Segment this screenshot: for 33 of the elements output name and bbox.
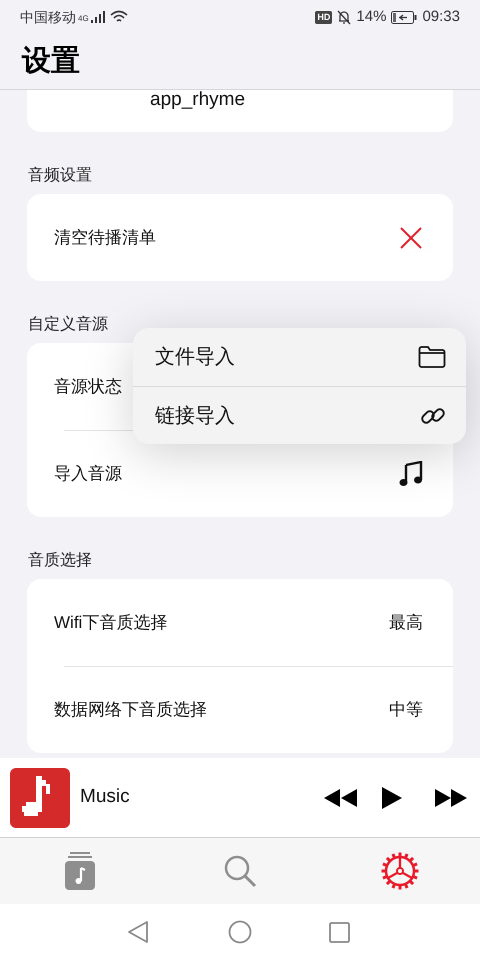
- settings-row[interactable]: 清空待播清单: [27, 194, 453, 281]
- setting-value: app_rhyme: [150, 90, 246, 112]
- battery-percent: 14%: [356, 6, 386, 27]
- signal-icon: [90, 11, 105, 23]
- settings-icon[interactable]: [380, 851, 420, 891]
- music-note-icon[interactable]: [399, 461, 423, 487]
- recents-icon[interactable]: [329, 922, 350, 942]
- album-art-icon: [10, 768, 70, 828]
- hd-badge: HD: [315, 10, 332, 24]
- carrier-name: 中国移动: [20, 8, 76, 26]
- clock-time: 09:33: [422, 6, 460, 27]
- track-title: Music: [80, 785, 131, 810]
- section-heading: 自定义音源: [27, 315, 109, 335]
- settings-row[interactable]: 数据网络下音质选择 中等: [27, 667, 453, 753]
- network-type: 4G: [78, 12, 89, 24]
- menu-item[interactable]: 文件导入: [133, 328, 466, 386]
- music-library-icon[interactable]: [64, 851, 96, 891]
- home-icon[interactable]: [228, 920, 252, 944]
- section-heading: 音质选择: [27, 551, 93, 571]
- rewind-icon[interactable]: [324, 788, 358, 808]
- folder-icon: [418, 346, 446, 368]
- settings-row[interactable]: Wifi下音质选择 最高: [27, 579, 453, 666]
- battery-icon: [391, 10, 418, 24]
- play-icon[interactable]: [381, 786, 403, 810]
- wifi-icon: [110, 10, 128, 24]
- fast-forward-icon[interactable]: [434, 788, 468, 808]
- menu-item[interactable]: 链接导入: [133, 386, 466, 444]
- section-heading: 音频设置: [27, 166, 93, 186]
- close-icon[interactable]: [399, 226, 423, 250]
- muted-bell-icon: [337, 10, 352, 24]
- back-icon[interactable]: [127, 920, 149, 944]
- search-icon[interactable]: [223, 854, 257, 888]
- page-title: 设置: [22, 44, 80, 79]
